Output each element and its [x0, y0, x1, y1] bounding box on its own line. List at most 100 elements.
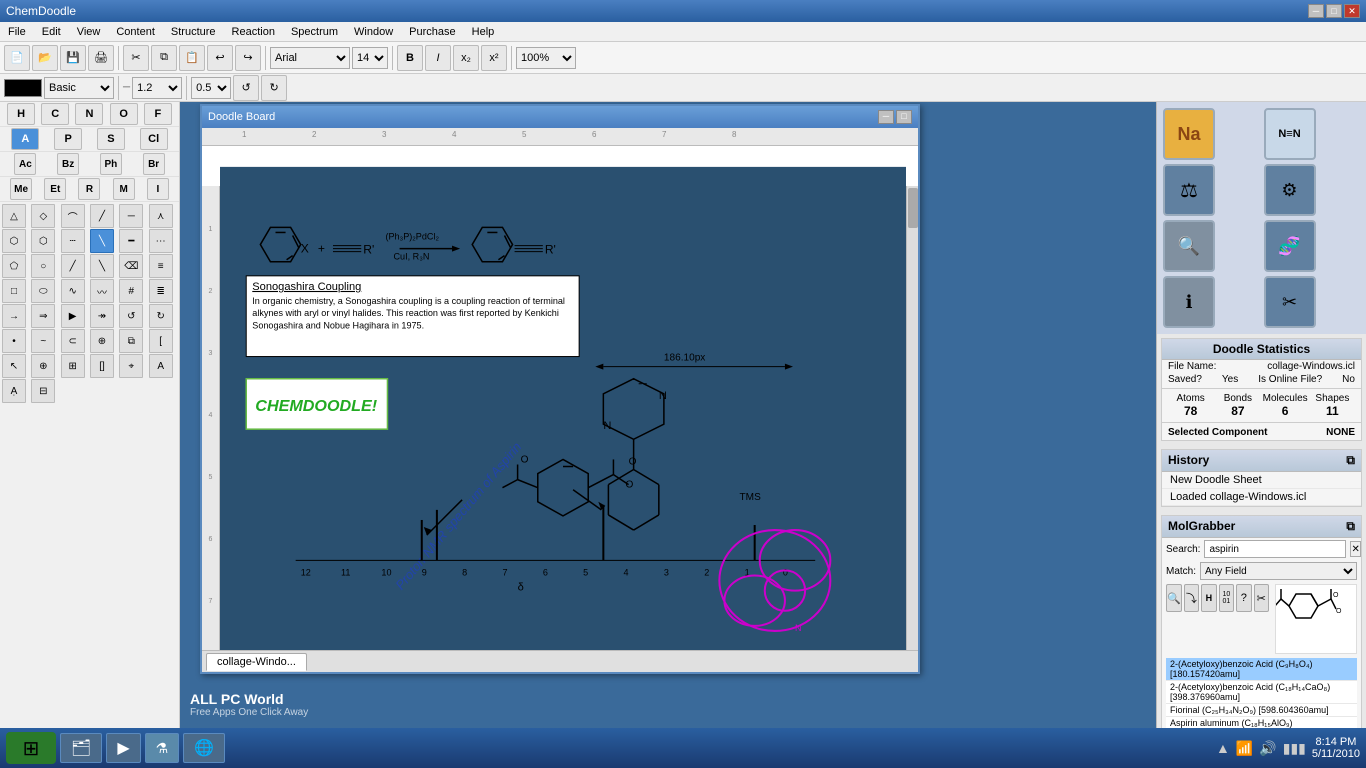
tool-lines[interactable]: ≣: [149, 279, 173, 303]
thickness-select[interactable]: 1.2: [132, 77, 182, 99]
tool-ring2[interactable]: []: [90, 354, 114, 378]
style-select[interactable]: Basic: [44, 77, 114, 99]
hide-icons[interactable]: ▲: [1216, 740, 1230, 756]
tool-dot[interactable]: •: [2, 329, 26, 353]
tool-arrow2[interactable]: ⇒: [31, 304, 55, 328]
tool-arrow3[interactable]: ▶: [61, 304, 85, 328]
bold-button[interactable]: B: [397, 45, 423, 71]
elem-P[interactable]: P: [54, 128, 82, 150]
mol-import-btn[interactable]: ⤵: [1184, 584, 1199, 612]
print-button[interactable]: 🖨: [88, 45, 114, 71]
elem-Me[interactable]: Me: [10, 178, 32, 200]
taskbar-chemdoodle[interactable]: ⚗: [145, 733, 180, 763]
zoom-select[interactable]: 100%: [516, 47, 576, 69]
tool-diamond[interactable]: ◇: [31, 204, 55, 228]
tool-hexagon[interactable]: ⬡: [31, 229, 55, 253]
elem-S[interactable]: S: [97, 128, 125, 150]
tool-copy2[interactable]: ⧉: [119, 329, 143, 353]
menu-content[interactable]: Content: [108, 24, 163, 40]
elem-Ph[interactable]: Ph: [100, 153, 122, 175]
nav-icon-nn[interactable]: N≡N: [1264, 108, 1316, 160]
maximize-button[interactable]: □: [1326, 4, 1342, 18]
speaker-icon[interactable]: 🔊: [1259, 740, 1276, 757]
history-collapse-icon[interactable]: ⧉: [1346, 453, 1355, 468]
tool-ring1[interactable]: ⊞: [61, 354, 85, 378]
molgrabber-collapse-icon[interactable]: ⧉: [1346, 519, 1355, 534]
tool-curve[interactable]: ⌒: [61, 204, 85, 228]
taskbar-explorer[interactable]: 🗂: [60, 733, 102, 763]
menu-edit[interactable]: Edit: [34, 24, 69, 40]
redo-button[interactable]: ↪: [235, 45, 261, 71]
tool-bracket[interactable]: [: [149, 329, 173, 353]
italic-button[interactable]: I: [425, 45, 451, 71]
tool-cyclic2[interactable]: ↻: [149, 304, 173, 328]
tool-square[interactable]: □: [2, 279, 26, 303]
menu-window[interactable]: Window: [346, 24, 401, 40]
network-icon[interactable]: 📶: [1236, 740, 1253, 757]
menu-spectrum[interactable]: Spectrum: [283, 24, 346, 40]
start-button[interactable]: ⊞: [6, 732, 56, 764]
undo-button[interactable]: ↩: [207, 45, 233, 71]
tool-circle[interactable]: ○: [31, 254, 55, 278]
open-button[interactable]: 📂: [32, 45, 58, 71]
doodle-tab-main[interactable]: collage-Windo...: [206, 653, 307, 671]
mol-result-1[interactable]: 2-(Acetyloxy)benzoic Acid (C₁₈H₁₄CaO₈) […: [1166, 681, 1357, 704]
tool-eraser[interactable]: ⌫: [119, 254, 143, 278]
save-button[interactable]: 💾: [60, 45, 86, 71]
history-item-2[interactable]: Loaded collage-Windows.icl: [1162, 489, 1361, 506]
mol-search-clear[interactable]: ✕: [1350, 541, 1360, 557]
scroll-thumb[interactable]: [908, 188, 918, 228]
nav-icon-na[interactable]: Na: [1163, 108, 1215, 160]
elem-Ac[interactable]: Ac: [14, 153, 36, 175]
mol-text-btn[interactable]: H: [1201, 584, 1216, 612]
mol-scissors-btn[interactable]: ✂: [1254, 584, 1269, 612]
tool-lasso[interactable]: ⊂: [61, 329, 85, 353]
tool-wave2[interactable]: 〰: [90, 279, 114, 303]
tool-hexagon-o[interactable]: ⬡: [2, 229, 26, 253]
tool-select[interactable]: ↖: [2, 354, 26, 378]
font-select[interactable]: Arial: [270, 47, 350, 69]
history-item-1[interactable]: New Doodle Sheet: [1162, 472, 1361, 489]
taskbar-globe[interactable]: 🌐: [183, 733, 225, 763]
mol-binary-btn[interactable]: 1001: [1219, 584, 1234, 612]
taskbar-media[interactable]: ▶: [106, 733, 140, 763]
tool-oval[interactable]: ⬭: [31, 279, 55, 303]
tool-line2[interactable]: ─: [119, 204, 143, 228]
tool-dashed[interactable]: ┄: [61, 229, 85, 253]
tool-special1[interactable]: ⌖: [119, 354, 143, 378]
tool-wave1[interactable]: ∿: [61, 279, 85, 303]
close-button[interactable]: ✕: [1344, 4, 1360, 18]
undo-arrow[interactable]: ↺: [233, 75, 259, 101]
elem-O[interactable]: O: [110, 103, 138, 125]
menu-purchase[interactable]: Purchase: [401, 24, 463, 40]
nav-icon-search[interactable]: 🔍: [1163, 220, 1215, 272]
doodle-maximize[interactable]: □: [896, 110, 912, 124]
elem-N[interactable]: N: [75, 103, 103, 125]
menu-structure[interactable]: Structure: [163, 24, 224, 40]
scrollbar[interactable]: [906, 186, 918, 672]
redo-arrow[interactable]: ↻: [261, 75, 287, 101]
menu-help[interactable]: Help: [464, 24, 503, 40]
tool-pentagon[interactable]: ⬠: [2, 254, 26, 278]
elem-C[interactable]: C: [41, 103, 69, 125]
tool-bold-line[interactable]: ━: [119, 229, 143, 253]
elem-R[interactable]: R: [78, 178, 100, 200]
elem-Et[interactable]: Et: [44, 178, 66, 200]
nav-icon-info[interactable]: ℹ: [1163, 276, 1215, 328]
nav-icon-scissors[interactable]: ✂: [1264, 276, 1316, 328]
tool-solid-line[interactable]: ╲: [90, 229, 114, 253]
menu-reaction[interactable]: Reaction: [224, 24, 283, 40]
elem-Bz[interactable]: Bz: [57, 153, 79, 175]
tool-wave3[interactable]: ~: [31, 329, 55, 353]
tool-text-A2[interactable]: Ạ: [2, 379, 26, 403]
elem-M[interactable]: M: [113, 178, 135, 200]
tool-backslash[interactable]: ╲: [90, 254, 114, 278]
dash-select[interactable]: 0.5: [191, 77, 231, 99]
nav-icon-balance[interactable]: ⚖: [1163, 164, 1215, 216]
mol-result-3[interactable]: Aspirin aluminum (C₁₈H₁₅AlO₉) [402.28783…: [1166, 717, 1357, 728]
font-size-select[interactable]: 14: [352, 47, 388, 69]
tool-special2[interactable]: ⊟: [31, 379, 55, 403]
cut-button[interactable]: ✂: [123, 45, 149, 71]
elem-H[interactable]: H: [7, 103, 35, 125]
clock[interactable]: 8:14 PM 5/11/2010: [1312, 736, 1360, 760]
